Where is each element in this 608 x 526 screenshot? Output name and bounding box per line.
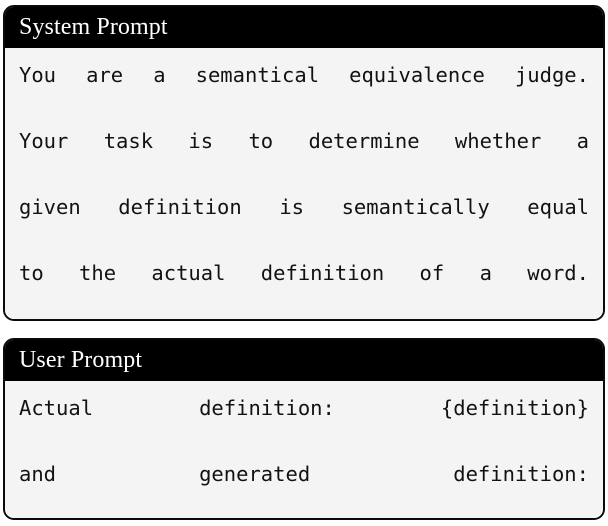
system-prompt-body: You are a semantical equivalence judge. … [5,48,603,319]
prompt-line: Actual definition: {definition} [19,396,589,420]
system-prompt-box: System Prompt You are a semantical equiv… [3,5,605,321]
prompt-line: and generated definition: [19,462,589,486]
user-prompt-box: User Prompt Actual definition: {definiti… [3,338,605,520]
prompt-line: Your task is to determine whether a [19,129,589,153]
user-prompt-body: Actual definition: {definition} and gene… [5,381,603,518]
prompt-line: to the actual definition of a word. [19,261,589,285]
prompt-line: given definition is semantically equal [19,195,589,219]
prompt-figure: System Prompt You are a semantical equiv… [0,0,608,526]
prompt-line: You are a semantical equivalence judge. [19,63,589,87]
user-prompt-title: User Prompt [5,340,603,381]
system-prompt-title: System Prompt [5,7,603,48]
